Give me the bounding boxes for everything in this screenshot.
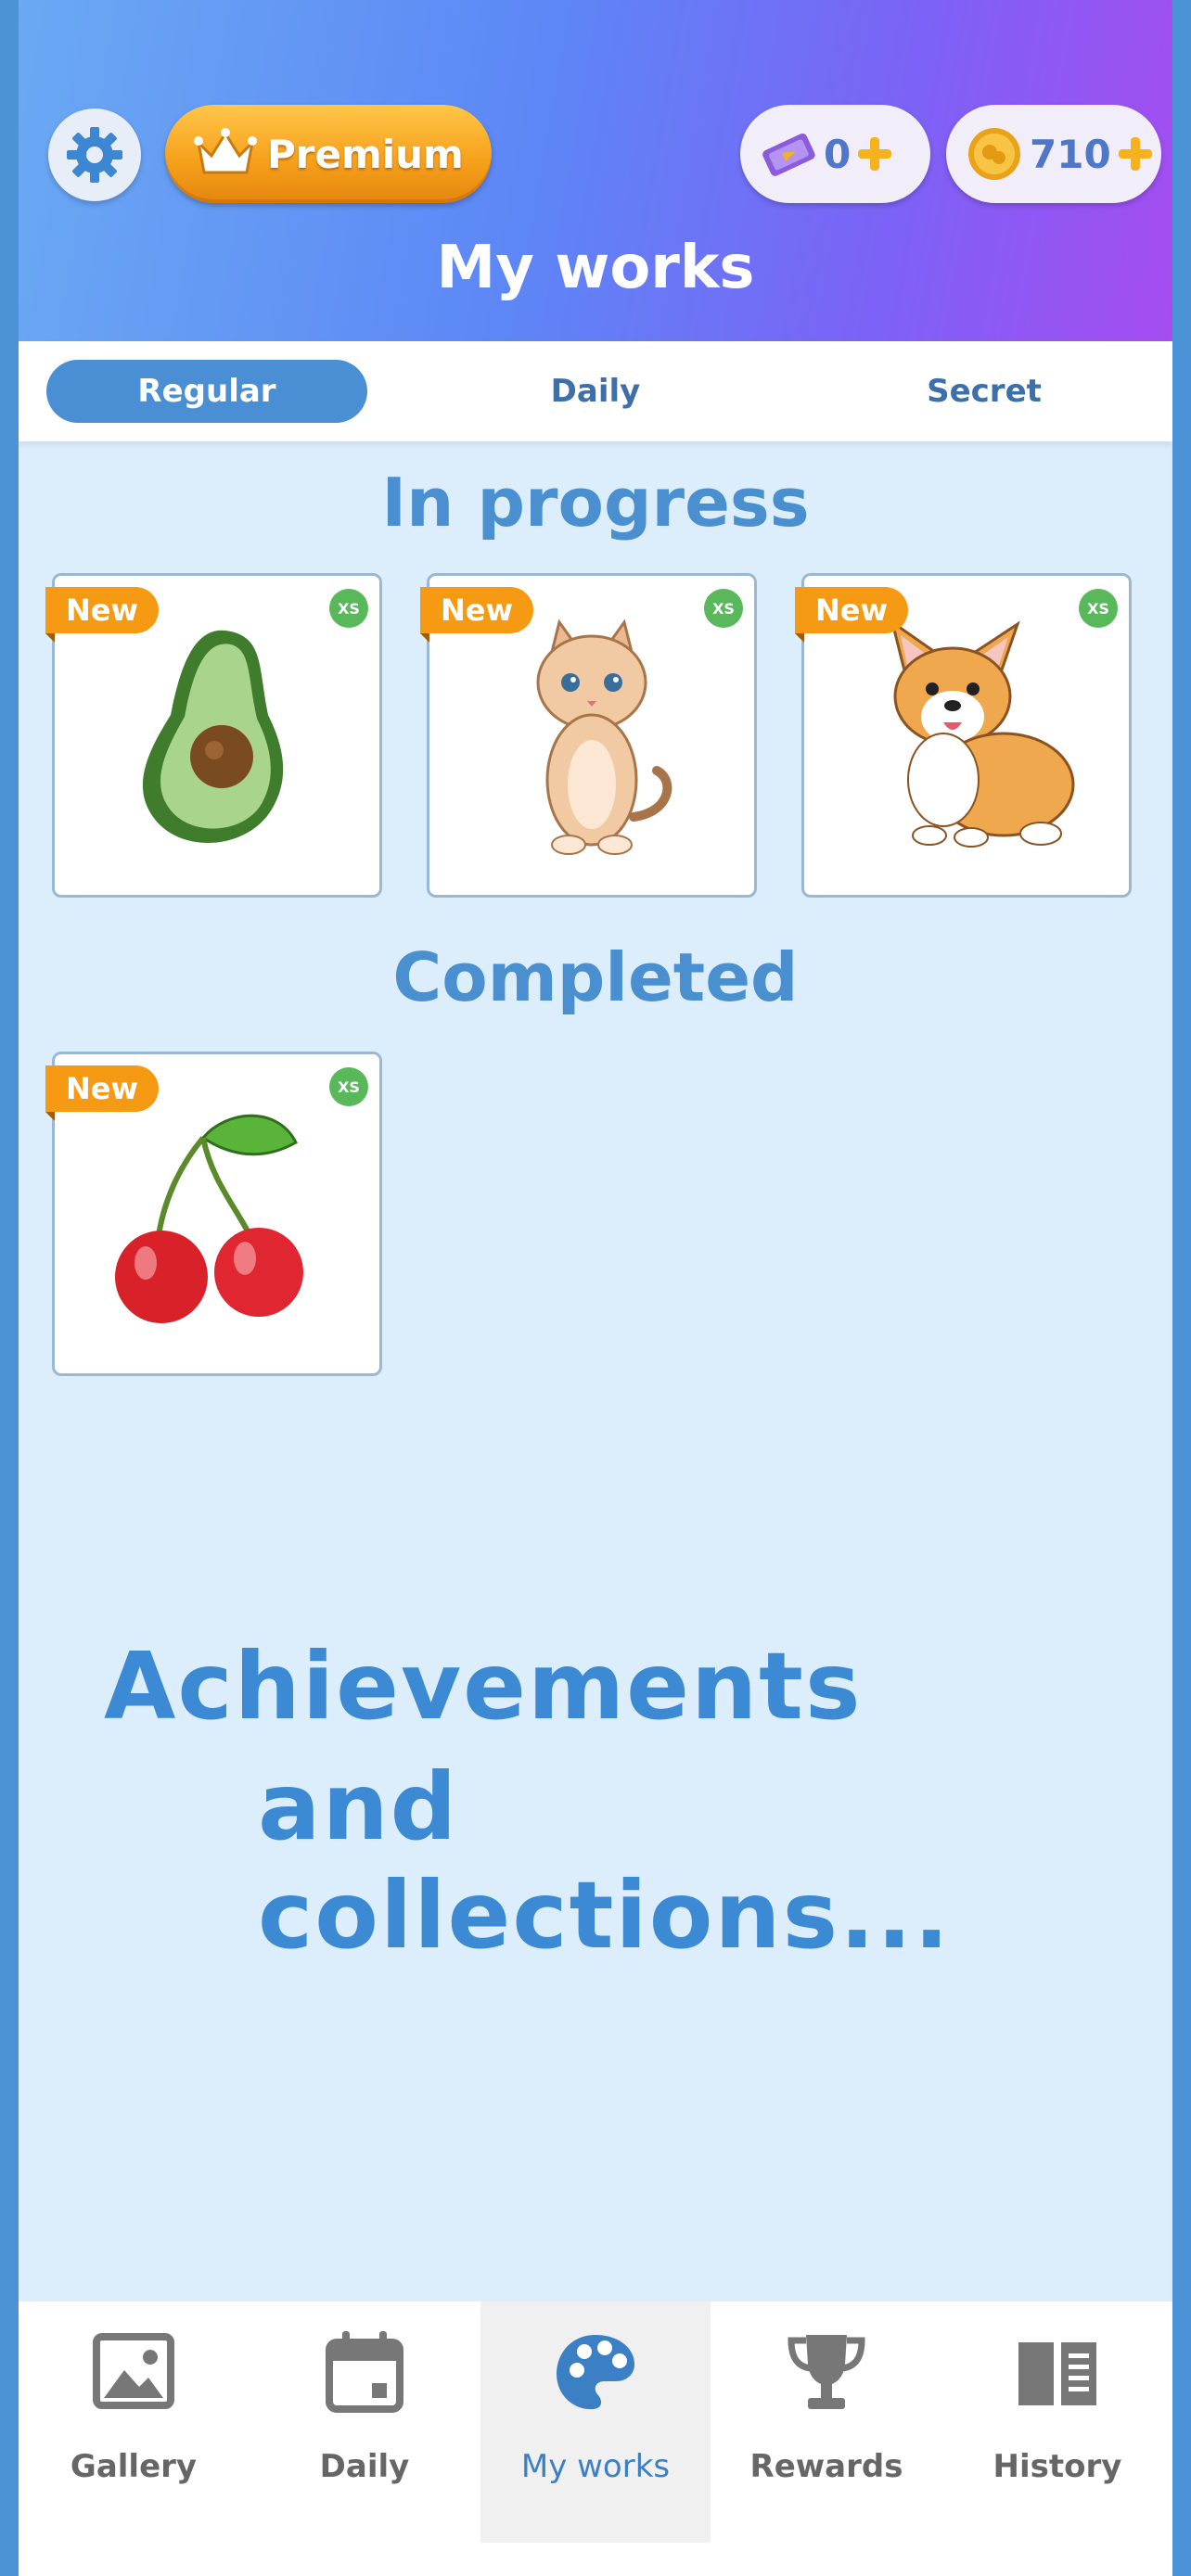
size-badge: XS [329,1067,368,1106]
tab-secret[interactable]: Secret [824,360,1145,423]
app-screen: Premium 0 710 My works Regular Daily Sec… [19,0,1172,2576]
artwork-card-avocado[interactable]: New XS [45,573,382,898]
coin-icon [968,128,1020,180]
tickets-counter[interactable]: 0 [740,105,930,203]
tab-daily[interactable]: Daily [435,360,756,423]
promo-line-2: and collections... [258,1753,952,1970]
promo-line-1: Achievements [104,1632,863,1741]
nav-label: Gallery [70,2448,198,2485]
corgi-artwork [890,618,1075,848]
page-title: My works [436,234,755,302]
premium-label: Premium [267,131,464,177]
size-badge: XS [329,589,368,628]
artwork-card-cherries[interactable]: New XS [45,1052,382,1376]
tickets-value: 0 [824,131,852,177]
nav-my-works[interactable]: My works [480,2302,711,2543]
avocado-artwork [142,630,284,843]
size-badge: XS [704,589,743,628]
new-badge: New [420,587,534,643]
plus-icon[interactable] [854,134,895,174]
artwork-card-corgi[interactable]: New XS [795,573,1132,898]
cherries-artwork [115,1114,303,1323]
tab-regular[interactable]: Regular [46,360,367,423]
in-progress-heading: In progress [381,464,810,542]
coins-counter[interactable]: 710 [946,105,1161,203]
new-badge: New [795,587,909,643]
gear-icon [67,127,122,183]
ticket-icon [762,133,815,176]
image-icon [93,2333,174,2409]
completed-heading: Completed [392,938,799,1016]
nav-label: Daily [319,2448,410,2485]
kitten-artwork [536,618,672,855]
coins-value: 710 [1030,131,1111,177]
header: Premium 0 710 My works [19,0,1172,341]
palette-icon [557,2335,634,2410]
size-badge: XS [1079,589,1118,628]
premium-button[interactable]: Premium [165,105,492,203]
nav-rewards[interactable]: Rewards [711,2302,941,2543]
new-badge: New [45,1065,160,1121]
nav-label: My works [520,2448,671,2485]
artwork-card-kitten[interactable]: New XS [420,573,757,898]
book-icon [1018,2342,1096,2405]
nav-history[interactable]: History [942,2302,1172,2543]
nav-label: Rewards [749,2448,903,2485]
tab-bar: Regular Daily Secret [19,341,1172,441]
calendar-icon [326,2331,403,2413]
bottom-navigation: Gallery Daily My works Rewards History [19,2302,1172,2576]
new-badge: New [45,587,160,643]
nav-gallery[interactable]: Gallery [19,2302,249,2543]
settings-button[interactable] [48,108,141,201]
nav-label: History [992,2448,1122,2485]
crown-icon [194,128,257,174]
nav-daily[interactable]: Daily [250,2302,480,2543]
trophy-icon [788,2335,865,2409]
plus-icon[interactable] [1115,134,1156,174]
